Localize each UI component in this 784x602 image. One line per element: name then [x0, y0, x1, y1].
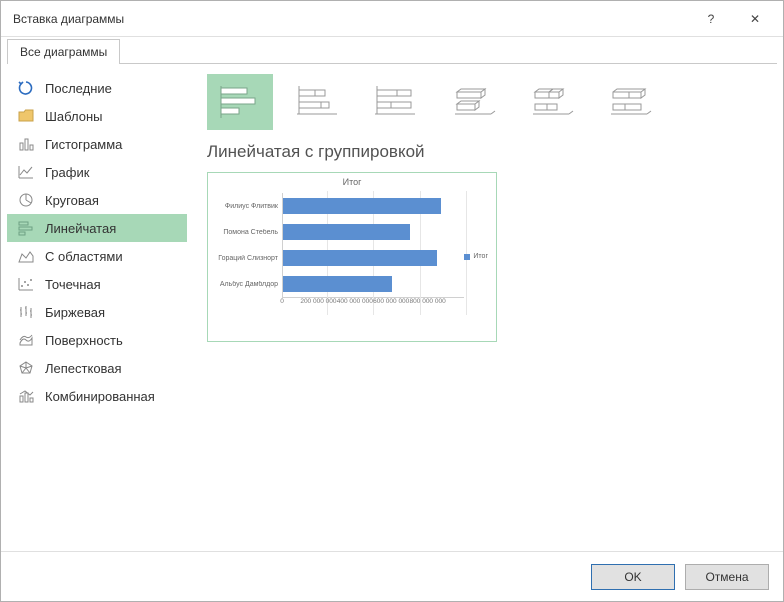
- sidebar-item-label: Поверхность: [45, 333, 123, 348]
- area-chart-icon: [17, 247, 35, 265]
- sidebar-item-line[interactable]: График: [7, 158, 187, 186]
- bar-track: [282, 271, 464, 297]
- chart-x-axis: 0200 000 000400 000 000600 000 000800 00…: [282, 297, 464, 313]
- x-tick: 600 000 000: [373, 298, 409, 313]
- chart-category-sidebar: Последние Шаблоны Гистограмма График: [7, 64, 187, 545]
- bar: [283, 198, 441, 214]
- sidebar-item-column[interactable]: Гистограмма: [7, 130, 187, 158]
- bar-track: [282, 245, 464, 271]
- stock-chart-icon: [17, 303, 35, 321]
- sidebar-item-bar[interactable]: Линейчатая: [7, 214, 187, 242]
- main-panel: Линейчатая с группировкой Итог Филиус Фл…: [187, 64, 777, 545]
- sidebar-item-scatter[interactable]: Точечная: [7, 270, 187, 298]
- x-tick: 800 000 000: [409, 298, 445, 313]
- bar: [283, 224, 410, 240]
- sidebar-item-label: С областями: [45, 249, 123, 264]
- line-chart-icon: [17, 163, 35, 181]
- sidebar-item-radar[interactable]: Лепестковая: [7, 354, 187, 382]
- pie-chart-icon: [17, 191, 35, 209]
- sidebar-item-area[interactable]: С областями: [7, 242, 187, 270]
- sidebar-item-label: Линейчатая: [45, 221, 116, 236]
- sidebar-item-combo[interactable]: Комбинированная: [7, 382, 187, 410]
- preview-chart-title: Итог: [214, 177, 490, 187]
- subtype-clustered-bar[interactable]: [207, 74, 273, 130]
- sidebar-item-label: Последние: [45, 81, 112, 96]
- subtype-100-stacked-bar[interactable]: [363, 74, 429, 130]
- tabstrip: Все диаграммы: [1, 37, 783, 63]
- recent-icon: [17, 79, 35, 97]
- column-chart-icon: [17, 135, 35, 153]
- bar-chart-icon: [17, 219, 35, 237]
- scatter-chart-icon: [17, 275, 35, 293]
- legend-label: Итог: [473, 253, 488, 260]
- close-icon: ✕: [750, 12, 760, 26]
- sidebar-item-surface[interactable]: Поверхность: [7, 326, 187, 354]
- ok-button[interactable]: OK: [591, 564, 675, 590]
- titlebar: Вставка диаграммы ? ✕: [1, 1, 783, 37]
- subtype-3d-stacked-bar[interactable]: [519, 74, 585, 130]
- legend-swatch: [464, 254, 470, 260]
- chart-legend: Итог: [464, 253, 488, 260]
- chart-subtype-row: [207, 74, 757, 130]
- sidebar-item-label: График: [45, 165, 89, 180]
- combo-chart-icon: [17, 387, 35, 405]
- subtype-3d-clustered-bar[interactable]: [441, 74, 507, 130]
- close-button[interactable]: ✕: [733, 4, 777, 34]
- sidebar-item-label: Комбинированная: [45, 389, 155, 404]
- chart-row: Помона Стебель: [214, 219, 464, 245]
- content-area: Последние Шаблоны Гистограмма График: [7, 63, 777, 545]
- radar-chart-icon: [17, 359, 35, 377]
- help-icon: ?: [708, 12, 715, 26]
- chart-bars: Филиус Флитвик Помона Стебель Гораций Слиз…: [214, 193, 464, 297]
- sidebar-item-label: Гистограмма: [45, 137, 122, 152]
- bar-track: [282, 219, 464, 245]
- chart-row: Альбус Дамблдор: [214, 271, 464, 297]
- sidebar-item-stock[interactable]: Биржевая: [7, 298, 187, 326]
- bar: [283, 250, 437, 266]
- bar: [283, 276, 392, 292]
- category-label: Гораций Слизнорт: [214, 255, 282, 262]
- insert-chart-dialog: Вставка диаграммы ? ✕ Все диаграммы Посл…: [0, 0, 784, 602]
- folder-icon: [17, 107, 35, 125]
- subtype-3d-100-stacked-bar[interactable]: [597, 74, 663, 130]
- sidebar-item-label: Шаблоны: [45, 109, 103, 124]
- sidebar-item-label: Лепестковая: [45, 361, 122, 376]
- chart-row: Гораций Слизнорт: [214, 245, 464, 271]
- dialog-title: Вставка диаграммы: [13, 12, 689, 26]
- tab-all-charts[interactable]: Все диаграммы: [7, 39, 120, 64]
- sidebar-item-label: Круговая: [45, 193, 99, 208]
- category-label: Филиус Флитвик: [214, 203, 282, 210]
- bar-track: [282, 193, 464, 219]
- chart-preview[interactable]: Итог Филиус Флитвик Помона Стебель Гораций…: [207, 172, 497, 342]
- cancel-button[interactable]: Отмена: [685, 564, 769, 590]
- category-label: Альбус Дамблдор: [214, 281, 282, 288]
- sidebar-item-label: Биржевая: [45, 305, 105, 320]
- surface-chart-icon: [17, 331, 35, 349]
- subtype-stacked-bar[interactable]: [285, 74, 351, 130]
- chart-type-heading: Линейчатая с группировкой: [207, 142, 757, 162]
- sidebar-item-pie[interactable]: Круговая: [7, 186, 187, 214]
- sidebar-item-recent[interactable]: Последние: [7, 74, 187, 102]
- chart-row: Филиус Флитвик: [214, 193, 464, 219]
- sidebar-item-templates[interactable]: Шаблоны: [7, 102, 187, 130]
- help-button[interactable]: ?: [689, 4, 733, 34]
- x-tick: 400 000 000: [337, 298, 373, 313]
- x-tick: 200 000 000: [300, 298, 336, 313]
- sidebar-item-label: Точечная: [45, 277, 101, 292]
- category-label: Помона Стебель: [214, 229, 282, 236]
- dialog-footer: OK Отмена: [1, 551, 783, 601]
- x-tick: 0: [264, 298, 300, 313]
